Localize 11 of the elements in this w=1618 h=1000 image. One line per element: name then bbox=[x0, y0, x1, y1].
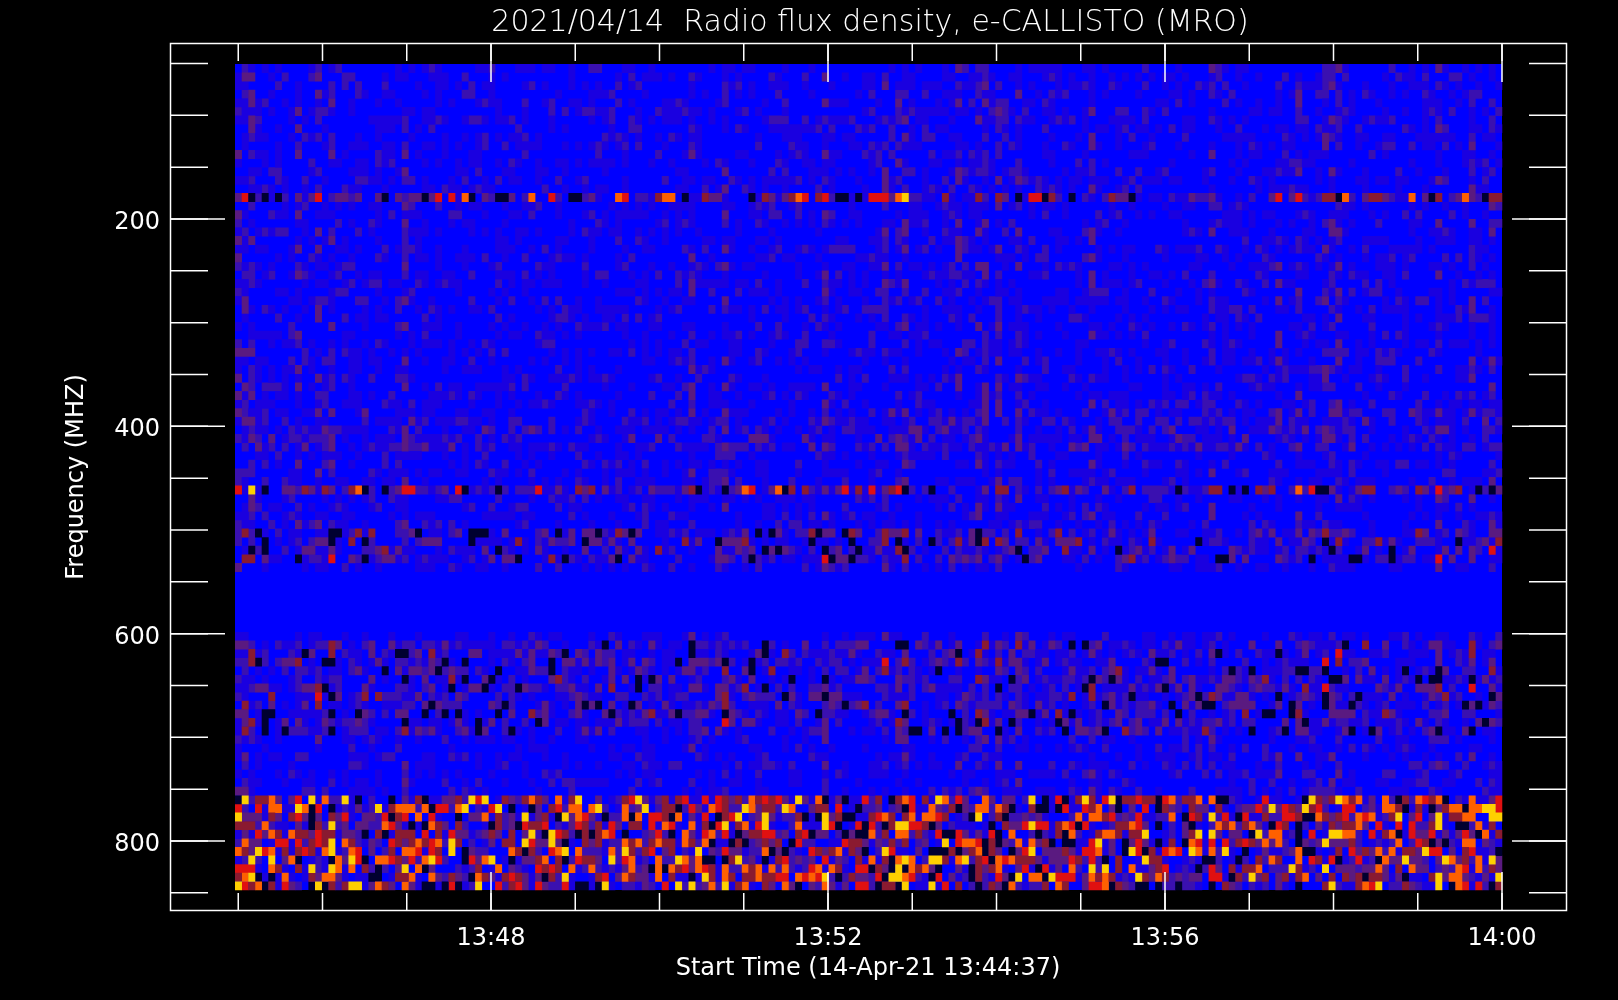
tick-label: 400 bbox=[114, 414, 160, 443]
axis-title: Frequency (MHZ) bbox=[61, 374, 89, 580]
tick-label: 200 bbox=[114, 207, 160, 235]
tick-label: 13:56 bbox=[1130, 923, 1200, 951]
tick-label: 14:00 bbox=[1467, 923, 1537, 951]
axis-title: Start Time (14-Apr-21 13:44:37) bbox=[675, 953, 1061, 981]
tick-label: 13:52 bbox=[793, 923, 863, 951]
tick-label: 13:48 bbox=[456, 923, 526, 951]
tick-label: 600 bbox=[114, 621, 160, 650]
tick-label: 800 bbox=[114, 829, 160, 857]
chart-title: 2021/04/14 Radio flux density, e-CALLISTO (MRO) bbox=[491, 3, 1249, 38]
